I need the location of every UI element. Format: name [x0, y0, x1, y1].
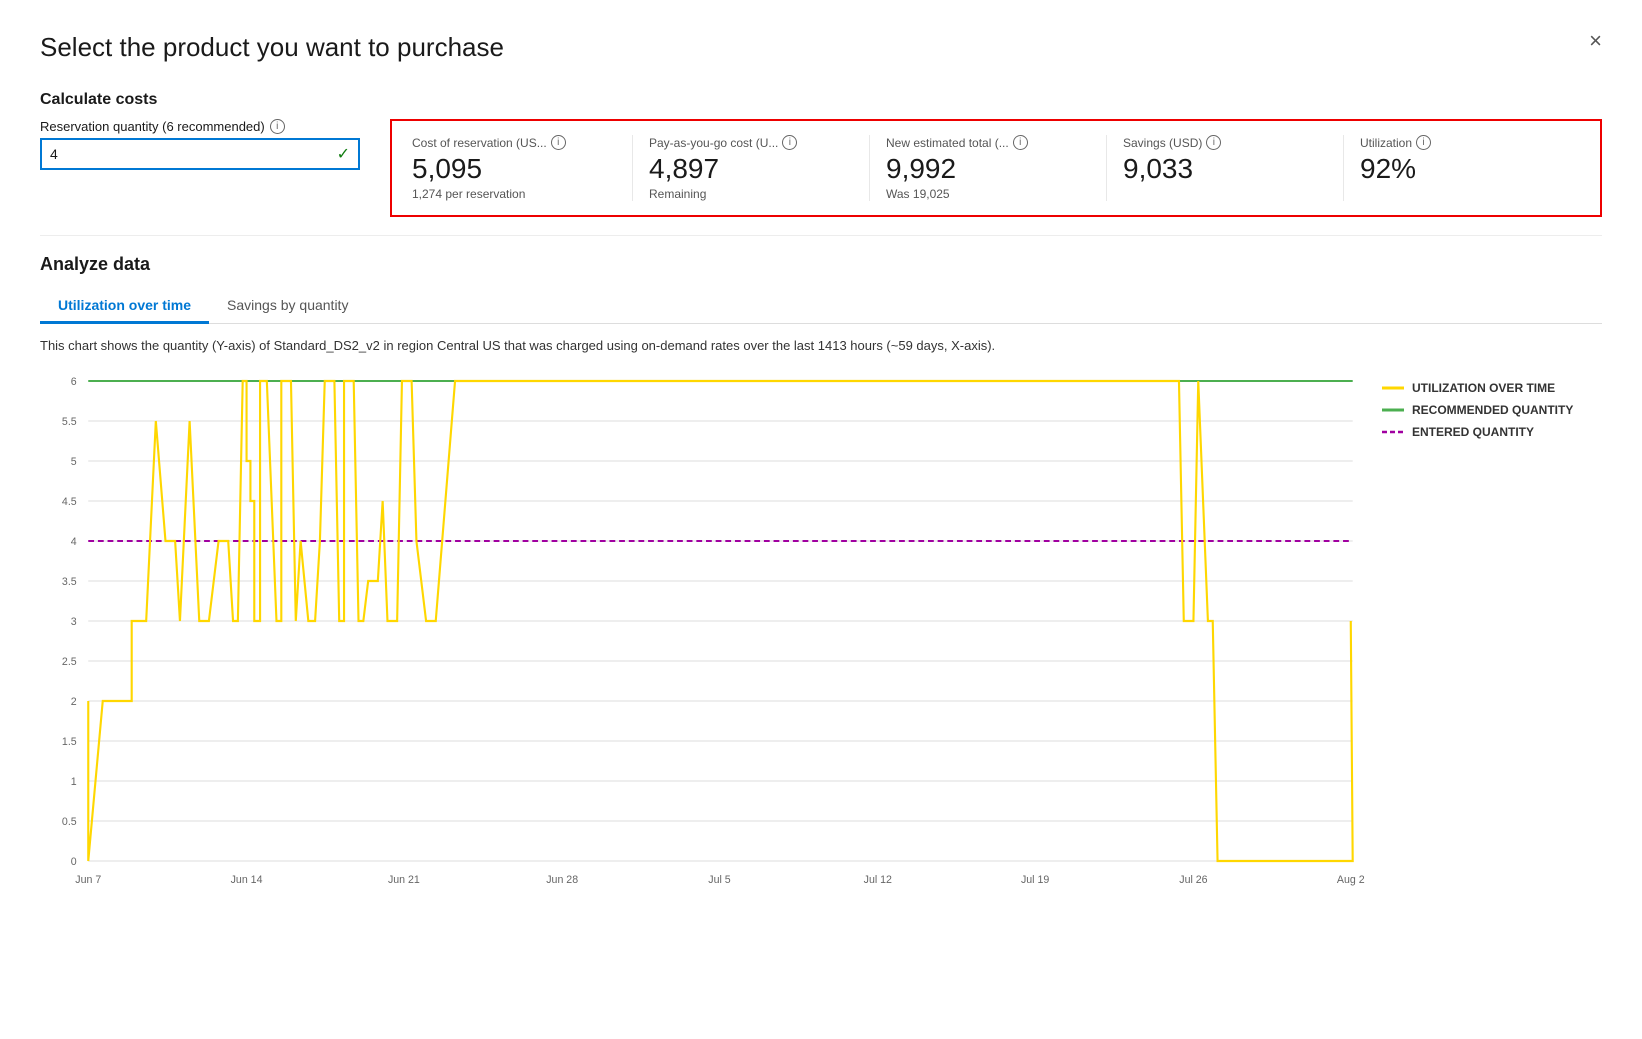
svg-text:0.5: 0.5 [62, 816, 77, 828]
legend-utilization-label: UTILIZATION OVER TIME [1412, 381, 1555, 395]
input-label: Reservation quantity (6 recommended) i [40, 119, 360, 134]
metric-value-4: 92% [1360, 154, 1564, 185]
chart-wrapper: 0 0.5 1 1.5 2 2.5 3 [40, 371, 1372, 891]
chart-legend: UTILIZATION OVER TIME RECOMMENDED QUANTI… [1382, 371, 1602, 891]
svg-text:5.5: 5.5 [62, 416, 77, 428]
legend-recommended: RECOMMENDED QUANTITY [1382, 403, 1602, 417]
close-button[interactable]: × [1589, 28, 1602, 54]
svg-text:Jul 5: Jul 5 [708, 874, 730, 886]
utilization-chart: 0 0.5 1 1.5 2 2.5 3 [40, 371, 1372, 891]
metric-info-icon-2[interactable]: i [1013, 135, 1028, 150]
chart-area: 0 0.5 1 1.5 2 2.5 3 [40, 371, 1602, 891]
svg-text:Aug 2: Aug 2 [1337, 874, 1365, 886]
page-title: Select the product you want to purchase [40, 32, 1602, 63]
metric-value-3: 9,033 [1123, 154, 1327, 185]
legend-entered: ENTERED QUANTITY [1382, 425, 1602, 439]
input-group: Reservation quantity (6 recommended) i ✓ [40, 119, 360, 170]
legend-recommended-label: RECOMMENDED QUANTITY [1412, 403, 1573, 417]
svg-text:0: 0 [71, 856, 77, 868]
svg-text:5: 5 [71, 456, 77, 468]
tab-utilization[interactable]: Utilization over time [40, 289, 209, 324]
metrics-box: Cost of reservation (US... i 5,095 1,274… [390, 119, 1602, 217]
legend-entered-label: ENTERED QUANTITY [1412, 425, 1534, 439]
metric-item-4: Utilization i 92% [1344, 135, 1580, 201]
qty-input-wrapper: ✓ [40, 138, 360, 170]
metric-item-3: Savings (USD) i 9,033 [1107, 135, 1344, 201]
calculate-section: Calculate costs Reservation quantity (6 … [40, 91, 1602, 217]
metric-value-2: 9,992 [886, 154, 1090, 185]
metric-item-1: Pay-as-you-go cost (U... i 4,897 Remaini… [633, 135, 870, 201]
analyze-title: Analyze data [40, 254, 1602, 275]
metric-info-icon-1[interactable]: i [782, 135, 797, 150]
svg-text:Jun 28: Jun 28 [546, 874, 578, 886]
quantity-input[interactable] [50, 146, 337, 162]
calculate-row: Reservation quantity (6 recommended) i ✓… [40, 119, 1602, 217]
svg-text:Jun 7: Jun 7 [75, 874, 101, 886]
svg-text:Jul 26: Jul 26 [1179, 874, 1207, 886]
tabs: Utilization over time Savings by quantit… [40, 289, 1602, 324]
metric-value-0: 5,095 [412, 154, 616, 185]
metric-info-icon-0[interactable]: i [551, 135, 566, 150]
metric-sub-0: 1,274 per reservation [412, 187, 616, 201]
metric-title-1: Pay-as-you-go cost (U... i [649, 135, 853, 150]
svg-text:1: 1 [71, 776, 77, 788]
metric-title-3: Savings (USD) i [1123, 135, 1327, 150]
svg-text:1.5: 1.5 [62, 736, 77, 748]
svg-text:Jun 14: Jun 14 [231, 874, 263, 886]
svg-text:3: 3 [71, 616, 77, 628]
metric-info-icon-4[interactable]: i [1416, 135, 1431, 150]
legend-utilization: UTILIZATION OVER TIME [1382, 381, 1602, 395]
svg-text:6: 6 [71, 376, 77, 388]
metric-info-icon-3[interactable]: i [1206, 135, 1221, 150]
svg-text:2.5: 2.5 [62, 656, 77, 668]
svg-text:Jul 19: Jul 19 [1021, 874, 1049, 886]
metric-item-0: Cost of reservation (US... i 5,095 1,274… [412, 135, 633, 201]
metric-value-1: 4,897 [649, 154, 853, 185]
check-icon: ✓ [337, 144, 350, 164]
metric-sub-2: Was 19,025 [886, 187, 1090, 201]
metric-item-2: New estimated total (... i 9,992 Was 19,… [870, 135, 1107, 201]
metric-title-0: Cost of reservation (US... i [412, 135, 616, 150]
metric-title-4: Utilization i [1360, 135, 1564, 150]
metric-title-2: New estimated total (... i [886, 135, 1090, 150]
svg-text:4.5: 4.5 [62, 496, 77, 508]
chart-description: This chart shows the quantity (Y-axis) o… [40, 338, 1602, 353]
svg-text:Jun 21: Jun 21 [388, 874, 420, 886]
calculate-label: Calculate costs [40, 91, 1602, 109]
input-info-icon[interactable]: i [270, 119, 285, 134]
metric-sub-1: Remaining [649, 187, 853, 201]
tab-savings[interactable]: Savings by quantity [209, 289, 366, 324]
svg-text:3.5: 3.5 [62, 576, 77, 588]
svg-text:4: 4 [71, 536, 77, 548]
divider [40, 235, 1602, 236]
svg-text:2: 2 [71, 696, 77, 708]
svg-text:Jul 12: Jul 12 [864, 874, 892, 886]
analyze-section: Analyze data Utilization over time Savin… [40, 254, 1602, 891]
